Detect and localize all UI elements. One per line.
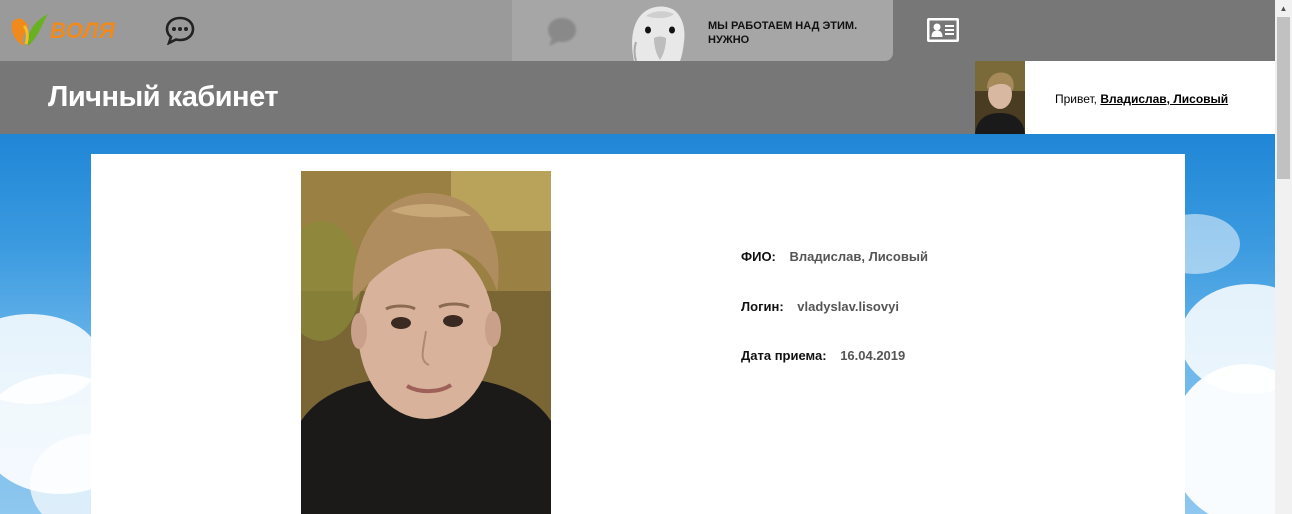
top-navigation-bar: ВОЛЯ МЫ РАБОТАЕМ НАД ЭТИМ. НУЖНО (0, 0, 1275, 61)
field-label: ФИО: (741, 249, 776, 264)
info-row-hire-date: Дата приема: 16.04.2019 (741, 348, 905, 363)
profile-card-icon[interactable] (925, 15, 961, 45)
vertical-scrollbar[interactable]: ▲ (1275, 0, 1292, 514)
avatar[interactable] (975, 61, 1025, 134)
volia-logo[interactable]: ВОЛЯ (10, 12, 120, 48)
cloud-decoration (1170, 364, 1275, 514)
chat-icon[interactable] (164, 15, 196, 46)
profile-card: ФИО: Владислав, Лисовый Логин: vladyslav… (91, 154, 1185, 514)
scrollbar-thumb[interactable] (1277, 17, 1290, 179)
profile-photo (301, 171, 551, 514)
user-greeting-panel: Привет, Владислав, Лисовый (1025, 61, 1275, 134)
field-label: Логин: (741, 299, 784, 314)
field-label: Дата приема: (741, 348, 827, 363)
chat-icon-faded (544, 16, 580, 46)
field-value: 16.04.2019 (840, 348, 906, 363)
info-row-login: Логин: vladyslav.lisovyi (741, 299, 899, 314)
bird-image (620, 2, 700, 61)
scroll-up-icon[interactable]: ▲ (1275, 0, 1292, 17)
page-header: Личный кабинет Привет, Владислав, Лисовы… (0, 61, 1275, 134)
user-greeting: Привет, Владислав, Лисовый (1055, 92, 1228, 106)
page-title: Личный кабинет (48, 81, 279, 113)
banner-text: МЫ РАБОТАЕМ НАД ЭТИМ. НУЖНО (708, 20, 858, 46)
main-content-area: ФИО: Владислав, Лисовый Логин: vladyslav… (0, 134, 1275, 514)
user-name-link[interactable]: Владислав, Лисовый (1100, 92, 1228, 106)
logo-text: ВОЛЯ (50, 18, 116, 43)
field-value: vladyslav.lisovyi (797, 299, 899, 314)
field-value: Владислав, Лисовый (789, 249, 928, 264)
info-row-fio: ФИО: Владислав, Лисовый (741, 249, 928, 264)
volia-logo-icon (11, 14, 48, 46)
notification-banner: МЫ РАБОТАЕМ НАД ЭТИМ. НУЖНО (512, 0, 893, 61)
greeting-prefix: Привет, (1055, 92, 1098, 106)
